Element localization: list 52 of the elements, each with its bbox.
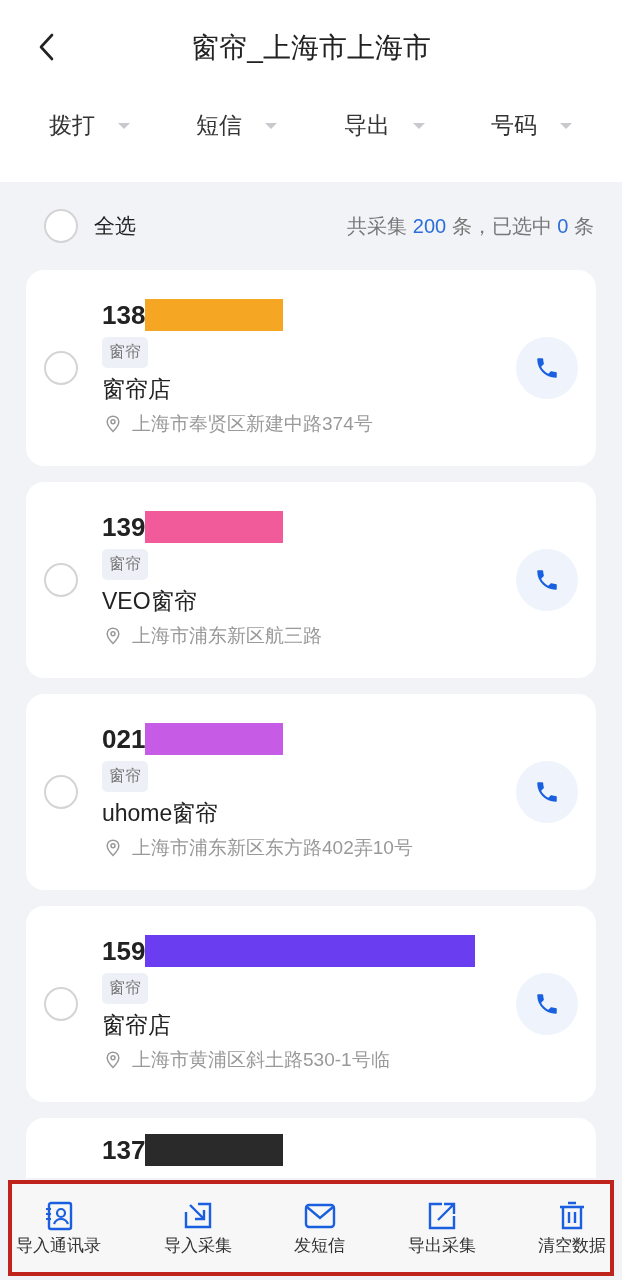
page-title: 窗帘_上海市上海市 (191, 31, 431, 65)
phone-icon (534, 567, 560, 593)
location-pin-icon (106, 839, 120, 857)
contact-checkbox[interactable] (44, 987, 78, 1021)
address-text: 上海市浦东新区东方路402弄10号 (132, 836, 413, 860)
contact-card[interactable]: 139 窗帘 VEO窗帘 上海市浦东新区航三路 (26, 482, 596, 678)
caret-icon (559, 121, 574, 130)
phone-number: 139 (102, 511, 146, 543)
phone-number: 021 (102, 723, 146, 755)
phone-number: 159 (102, 935, 146, 967)
phone-number: 137 (102, 1134, 146, 1166)
caret-icon (116, 121, 131, 130)
contact-card[interactable]: 137 (26, 1118, 596, 1178)
phone-icon (534, 779, 560, 805)
filter-dropdown[interactable]: 短信 (192, 106, 283, 145)
contact-card[interactable]: 159 窗帘 窗帘店 上海市黄浦区斜土路530-1号临 (26, 906, 596, 1102)
phone-icon (534, 355, 560, 381)
shop-name: 窗帘店 (102, 1011, 171, 1040)
shop-name: VEO窗帘 (102, 587, 197, 616)
toolbar-button[interactable]: 导出采集 (407, 1199, 476, 1257)
toolbar-button[interactable]: 发短信 (294, 1199, 345, 1257)
toolbar-button[interactable]: 清空数据 (538, 1199, 606, 1257)
back-icon[interactable] (38, 33, 54, 61)
select-all-checkbox[interactable] (44, 209, 78, 243)
location-pin-icon (106, 415, 120, 433)
caret-icon (264, 121, 279, 130)
contact-checkbox[interactable] (44, 563, 78, 597)
address-text: 上海市黄浦区斜土路530-1号临 (132, 1048, 390, 1072)
toolbar-button[interactable]: 导入采集 (163, 1199, 232, 1257)
filter-dropdown[interactable]: 拨打 (44, 106, 135, 145)
selection-summary: 共采集 200 条，已选中 0 条 (347, 213, 595, 239)
shop-name: 窗帘店 (102, 375, 171, 404)
shop-name: uhome窗帘 (102, 799, 219, 828)
contact-checkbox[interactable] (44, 351, 78, 385)
filter-dropdown[interactable]: 号码 (487, 106, 578, 145)
filter-dropdown[interactable]: 导出 (339, 106, 430, 145)
toolbar-button[interactable]: 导入通讯录 (16, 1199, 101, 1257)
category-tag: 窗帘 (102, 973, 148, 1004)
phone-number: 138 (102, 299, 146, 331)
location-pin-icon (106, 627, 120, 645)
contact-card[interactable]: 021 窗帘 uhome窗帘 上海市浦东新区东方路402弄10号 (26, 694, 596, 890)
select-all-label: 全选 (94, 213, 136, 239)
category-tag: 窗帘 (102, 337, 148, 368)
category-tag: 窗帘 (102, 761, 148, 792)
contact-checkbox[interactable] (44, 775, 78, 809)
address-text: 上海市奉贤区新建中路374号 (132, 412, 373, 436)
caret-icon (411, 121, 426, 130)
contact-card[interactable]: 138 窗帘 窗帘店 上海市奉贤区新建中路374号 (26, 270, 596, 466)
phone-icon (534, 991, 560, 1017)
location-pin-icon (106, 1051, 120, 1069)
address-text: 上海市浦东新区航三路 (132, 624, 322, 648)
category-tag: 窗帘 (102, 549, 148, 580)
